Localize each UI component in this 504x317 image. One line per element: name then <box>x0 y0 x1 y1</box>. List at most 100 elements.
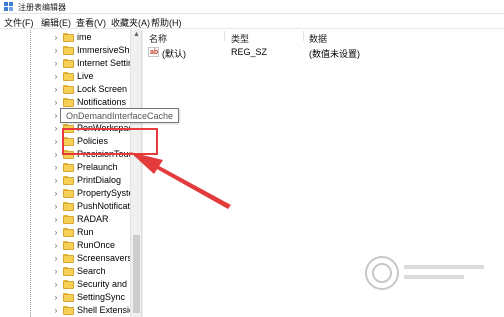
chevron-right-icon[interactable]: › <box>52 228 60 237</box>
chevron-right-icon[interactable]: › <box>52 189 60 198</box>
column-header-data[interactable]: 数据 <box>309 32 327 45</box>
column-separator[interactable] <box>224 31 225 41</box>
menu-help[interactable]: 帮助(H) <box>151 16 182 29</box>
folder-icon <box>63 189 74 198</box>
tree-item-label: SettingSync <box>77 292 126 302</box>
tree-item-settingsync[interactable]: › SettingSync <box>0 291 130 304</box>
tree-item-label: ImmersiveShe <box>77 45 130 55</box>
tree-item-propertysyste[interactable]: › PropertySyste <box>0 187 130 200</box>
tree-item-label: Search <box>77 266 106 276</box>
chevron-right-icon[interactable]: › <box>52 98 60 107</box>
chevron-right-icon[interactable]: › <box>52 59 60 68</box>
registry-tree[interactable]: › ime › ImmersiveShe › Internet Settin › Live › L… <box>0 30 141 317</box>
tree-item-label: PushNotificati <box>77 201 130 211</box>
tree-item-label: Run <box>77 227 94 237</box>
chevron-right-icon[interactable]: › <box>52 267 60 276</box>
tree-item-label: ime <box>77 32 92 42</box>
tree-item-run[interactable]: › Run <box>0 226 130 239</box>
tree-item-printdialog[interactable]: › PrintDialog <box>0 174 130 187</box>
folder-icon <box>63 228 74 237</box>
chevron-right-icon[interactable]: › <box>52 306 60 315</box>
chevron-right-icon[interactable]: › <box>52 46 60 55</box>
tree-item-label: PrintDialog <box>77 175 122 185</box>
tree-item-label: Internet Settin <box>77 58 130 68</box>
chevron-right-icon[interactable]: › <box>52 254 60 263</box>
tree-item-label: Lock Screen <box>77 84 128 94</box>
tree-item-internet-settin[interactable]: › Internet Settin <box>0 57 130 70</box>
window-title: 注册表编辑器 <box>18 3 66 12</box>
folder-icon <box>63 267 74 276</box>
tree-item-runonce[interactable]: › RunOnce <box>0 239 130 252</box>
menu-favorites[interactable]: 收藏夹(A) <box>111 16 150 29</box>
tree-item-immersiveshe[interactable]: › ImmersiveShe <box>0 44 130 57</box>
watermark-logo <box>365 256 484 290</box>
chevron-right-icon[interactable]: › <box>52 293 60 302</box>
tree-item-label: PropertySyste <box>77 188 130 198</box>
folder-icon <box>63 72 74 81</box>
folder-icon <box>63 280 74 289</box>
folder-icon <box>63 254 74 263</box>
chevron-right-icon[interactable]: › <box>52 241 60 250</box>
folder-icon <box>63 59 74 68</box>
scroll-up-icon[interactable]: ▲ <box>133 31 140 38</box>
tree-item-label: Prelaunch <box>77 162 118 172</box>
folder-icon <box>63 306 74 315</box>
tree-item-screensavers[interactable]: › Screensavers <box>0 252 130 265</box>
chevron-right-icon[interactable]: › <box>52 33 60 42</box>
value-type: REG_SZ <box>231 47 268 57</box>
tree-item-label: RADAR <box>77 214 109 224</box>
tree-item-prelaunch[interactable]: › Prelaunch <box>0 161 130 174</box>
folder-icon <box>63 85 74 94</box>
tree-item-radar[interactable]: › RADAR <box>0 213 130 226</box>
folder-icon <box>63 293 74 302</box>
tree-item-live[interactable]: › Live <box>0 70 130 83</box>
value-data: (数值未设置) <box>309 49 360 59</box>
menu-bar: 文件(F) 编辑(E) 查看(V) 收藏夹(A) 帮助(H) <box>0 14 504 29</box>
column-header-type[interactable]: 类型 <box>231 32 249 45</box>
folder-icon <box>63 163 74 172</box>
chevron-right-icon[interactable]: › <box>52 202 60 211</box>
folder-icon <box>63 46 74 55</box>
tree-item-lock-screen[interactable]: › Lock Screen <box>0 83 130 96</box>
folder-icon <box>63 98 74 107</box>
tree-item-label: RunOnce <box>77 240 116 250</box>
chevron-right-icon[interactable]: › <box>52 111 60 120</box>
chevron-right-icon[interactable]: › <box>52 137 60 146</box>
menu-edit[interactable]: 编辑(E) <box>41 16 71 29</box>
tree-item-label: Screensavers <box>77 253 130 263</box>
menu-view[interactable]: 查看(V) <box>76 16 106 29</box>
string-value-icon: ab <box>148 47 159 57</box>
folder-icon <box>63 176 74 185</box>
menu-file[interactable]: 文件(F) <box>4 16 34 29</box>
registry-editor-icon <box>4 2 13 11</box>
folder-icon <box>63 202 74 211</box>
tree-item-search[interactable]: › Search <box>0 265 130 278</box>
chevron-right-icon[interactable]: › <box>52 280 60 289</box>
highlight-box <box>62 128 158 155</box>
column-header-name[interactable]: 名称 <box>149 32 167 45</box>
chevron-right-icon[interactable]: › <box>52 215 60 224</box>
chevron-right-icon[interactable]: › <box>52 85 60 94</box>
column-separator[interactable] <box>303 31 304 41</box>
value-row[interactable]: ab (默认) REG_SZ (数值未设置) <box>143 46 504 59</box>
tree-item-label: Notifications <box>77 97 127 107</box>
tree-scrollbar[interactable]: ▲ <box>130 30 141 317</box>
chevron-right-icon[interactable]: › <box>52 163 60 172</box>
title-bar: 注册表编辑器 <box>0 0 504 14</box>
tree-item-pushnotificati[interactable]: › PushNotificati <box>0 200 130 213</box>
tree-item-label: Security and M <box>77 279 130 289</box>
scrollbar-thumb[interactable] <box>133 235 140 313</box>
tree-item-ime[interactable]: › ime <box>0 31 130 44</box>
folder-icon <box>63 241 74 250</box>
chevron-right-icon[interactable]: › <box>52 72 60 81</box>
tree-item-tooltip: OnDemandInterfaceCache <box>60 108 180 123</box>
value-name: (默认) <box>162 49 186 59</box>
tree-item-security-and-m[interactable]: › Security and M <box>0 278 130 291</box>
chevron-right-icon[interactable]: › <box>52 124 60 133</box>
chevron-right-icon[interactable]: › <box>52 150 60 159</box>
tree-item-shell-extensio[interactable]: › Shell Extensio <box>0 304 130 317</box>
tree-item-label: Live <box>77 71 94 81</box>
folder-icon <box>63 33 74 42</box>
chevron-right-icon[interactable]: › <box>52 176 60 185</box>
folder-icon <box>63 215 74 224</box>
